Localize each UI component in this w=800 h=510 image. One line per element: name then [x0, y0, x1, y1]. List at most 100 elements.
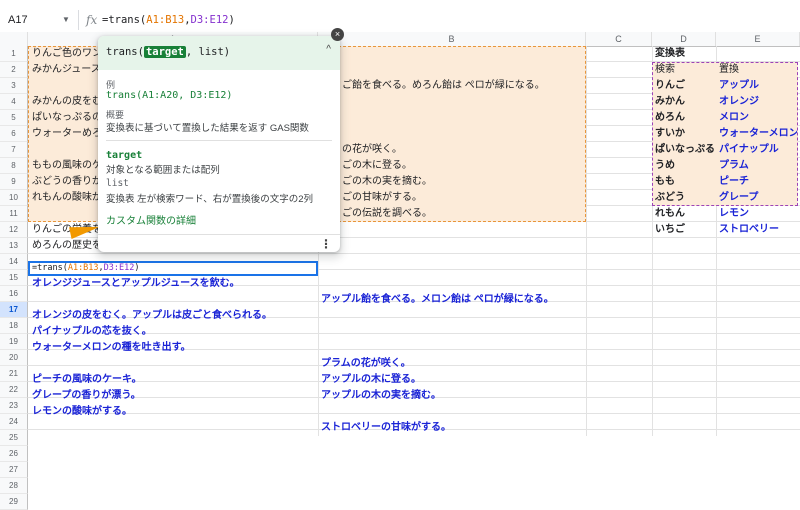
row-header-11[interactable]: 11 — [0, 206, 28, 222]
formula-ref-list: D3:E12 — [103, 263, 135, 273]
cell-a10[interactable]: れもんの酸味がす — [32, 190, 98, 206]
cell-a24[interactable]: ピーチの風味のケーキ。 — [32, 372, 316, 388]
row-header-10[interactable]: 10 — [0, 190, 28, 206]
lookup-header-search[interactable]: 検索 — [655, 62, 715, 78]
cell-b24[interactable]: アップルの木に登る。 — [321, 372, 583, 388]
cell-b3[interactable]: ご飴を食べる。めろん飴は ぺロが緑になる。 — [342, 78, 582, 94]
cell-a2[interactable]: みかんジュースと — [32, 62, 98, 78]
row-header-27[interactable]: 27 — [0, 462, 28, 478]
select-all-corner[interactable] — [0, 32, 28, 46]
column-header-d[interactable]: D — [652, 32, 716, 46]
row-header-6[interactable]: 6 — [0, 126, 28, 142]
dropdown-caret-icon[interactable]: ▼ — [62, 10, 70, 30]
row-header-14[interactable]: 14 — [0, 254, 28, 270]
row-header-18[interactable]: 18 — [0, 318, 28, 334]
cell-b23[interactable]: プラムの花が咲く。 — [321, 356, 583, 372]
lookup-key[interactable]: もも — [655, 174, 715, 190]
row-header-5[interactable]: 5 — [0, 110, 28, 126]
row-header-24[interactable]: 24 — [0, 414, 28, 430]
cell-a22[interactable]: ウォーターメロンの種を吐き出す。 — [32, 340, 316, 356]
row-header-17[interactable]: 17 — [0, 302, 28, 318]
cell-b13[interactable]: ごの伝説を調べる。 — [342, 206, 582, 222]
cell-a25[interactable]: グレープの香りが漂う。 — [32, 388, 316, 404]
lookup-title[interactable]: 変換表 — [655, 46, 715, 62]
lookup-key[interactable]: ぱいなっぷる — [655, 142, 715, 158]
row-header-22[interactable]: 22 — [0, 382, 28, 398]
cell-b7[interactable]: の花が咲く。 — [342, 142, 582, 158]
cell-a20[interactable]: オレンジの皮をむく。アップルは皮ごと食べられる。 — [32, 308, 316, 324]
lookup-key[interactable]: りんご — [655, 78, 715, 94]
row-header-25[interactable]: 25 — [0, 430, 28, 446]
signature-rest: , list) — [185, 46, 231, 58]
row-header-8[interactable]: 8 — [0, 158, 28, 174]
row-header-26[interactable]: 26 — [0, 446, 28, 462]
column-header-e[interactable]: E — [716, 32, 800, 46]
lookup-value[interactable]: アップル — [719, 78, 797, 94]
row-header-29[interactable]: 29 — [0, 494, 28, 510]
row-header-12[interactable]: 12 — [0, 222, 28, 238]
formula-suffix: ) — [134, 263, 140, 273]
lookup-value[interactable]: レモン — [719, 206, 797, 222]
column-header-c[interactable]: C — [586, 32, 652, 46]
row-header-16[interactable]: 16 — [0, 286, 28, 302]
formula-suffix: ) — [228, 14, 235, 26]
row-header-20[interactable]: 20 — [0, 350, 28, 366]
cell-a5[interactable]: ぱいなっぷるの芯 — [32, 110, 98, 126]
lookup-value[interactable]: ウォーターメロン — [719, 126, 797, 142]
row-header-1[interactable]: 1 — [0, 46, 28, 62]
lookup-key[interactable]: うめ — [655, 158, 715, 174]
lookup-value[interactable]: グレープ — [719, 190, 797, 206]
cell-a4[interactable]: みかんの皮をむく — [32, 94, 98, 110]
close-icon[interactable]: × — [331, 28, 344, 41]
lookup-key[interactable]: すいか — [655, 126, 715, 142]
formula-input[interactable]: =trans(A1:B13,D3:E12) — [102, 10, 235, 30]
lookup-value[interactable]: ストロベリー — [719, 222, 797, 238]
row-header-13[interactable]: 13 — [0, 238, 28, 254]
cell-b8[interactable]: ごの木に登る。 — [342, 158, 582, 174]
cell-b27[interactable]: ストロベリーの甘味がする。 — [321, 420, 583, 436]
cell-a9[interactable]: ぶどうの香りが漂 — [32, 174, 98, 190]
lookup-key[interactable]: めろん — [655, 110, 715, 126]
active-cell-formula[interactable]: =trans(A1:B13,D3:E12) — [32, 261, 140, 276]
lookup-key[interactable]: いちご — [655, 222, 715, 238]
popup-header[interactable]: trans(target, list) ^ — [98, 36, 340, 70]
lookup-value[interactable]: ピーチ — [719, 174, 797, 190]
lookup-key[interactable]: れもん — [655, 206, 715, 222]
custom-function-details-link[interactable]: カスタム関数の詳細 — [106, 212, 196, 227]
fx-icon: fx — [86, 13, 98, 27]
lookup-value[interactable]: オレンジ — [719, 94, 797, 110]
formula-prefix: =trans( — [102, 14, 147, 26]
collapse-icon[interactable]: ^ — [326, 44, 331, 55]
row-header-23[interactable]: 23 — [0, 398, 28, 414]
cell-a1[interactable]: りんご色のワンピ — [32, 46, 98, 62]
row-header-28[interactable]: 28 — [0, 478, 28, 494]
lookup-value[interactable]: プラム — [719, 158, 797, 174]
cell-b11[interactable]: ごの甘味がする。 — [342, 190, 582, 206]
row-header-4[interactable]: 4 — [0, 94, 28, 110]
cell-b25[interactable]: アップルの木の実を摘む。 — [321, 388, 583, 404]
row-header-15[interactable]: 15 — [0, 270, 28, 286]
cell-a8[interactable]: ももの風味のケー — [32, 158, 98, 174]
row-header-3[interactable]: 3 — [0, 78, 28, 94]
cell-b9[interactable]: ごの木の実を摘む。 — [342, 174, 582, 190]
summary-text: 変換表に基づいて置換した結果を返す GAS関数 — [106, 123, 309, 134]
column-header-b[interactable]: B — [318, 32, 586, 46]
lookup-value[interactable]: パイナップル — [719, 142, 797, 158]
formula-ref-list: D3:E12 — [190, 14, 229, 26]
lookup-value[interactable]: メロン — [719, 110, 797, 126]
cell-a13[interactable]: めろんの歴史を学 — [32, 238, 98, 254]
cell-a21[interactable]: パイナップルの芯を抜く。 — [32, 324, 316, 340]
row-header-2[interactable]: 2 — [0, 62, 28, 78]
cell-a18[interactable]: オレンジジュースとアップルジュースを飲む。 — [32, 276, 316, 292]
lookup-key[interactable]: ぶどう — [655, 190, 715, 206]
row-header-21[interactable]: 21 — [0, 366, 28, 382]
lookup-header-replace[interactable]: 置換 — [719, 62, 797, 78]
cell-a26[interactable]: レモンの酸味がする。 — [32, 404, 316, 420]
cell-a6[interactable]: ウォーターめろん — [32, 126, 98, 142]
lookup-key[interactable]: みかん — [655, 94, 715, 110]
row-header-7[interactable]: 7 — [0, 142, 28, 158]
row-header-19[interactable]: 19 — [0, 334, 28, 350]
cell-b19[interactable]: アップル飴を食べる。メロン飴は ペロが緑になる。 — [321, 292, 583, 308]
row-header-9[interactable]: 9 — [0, 174, 28, 190]
more-options-icon[interactable]: ⋮ — [320, 237, 332, 251]
